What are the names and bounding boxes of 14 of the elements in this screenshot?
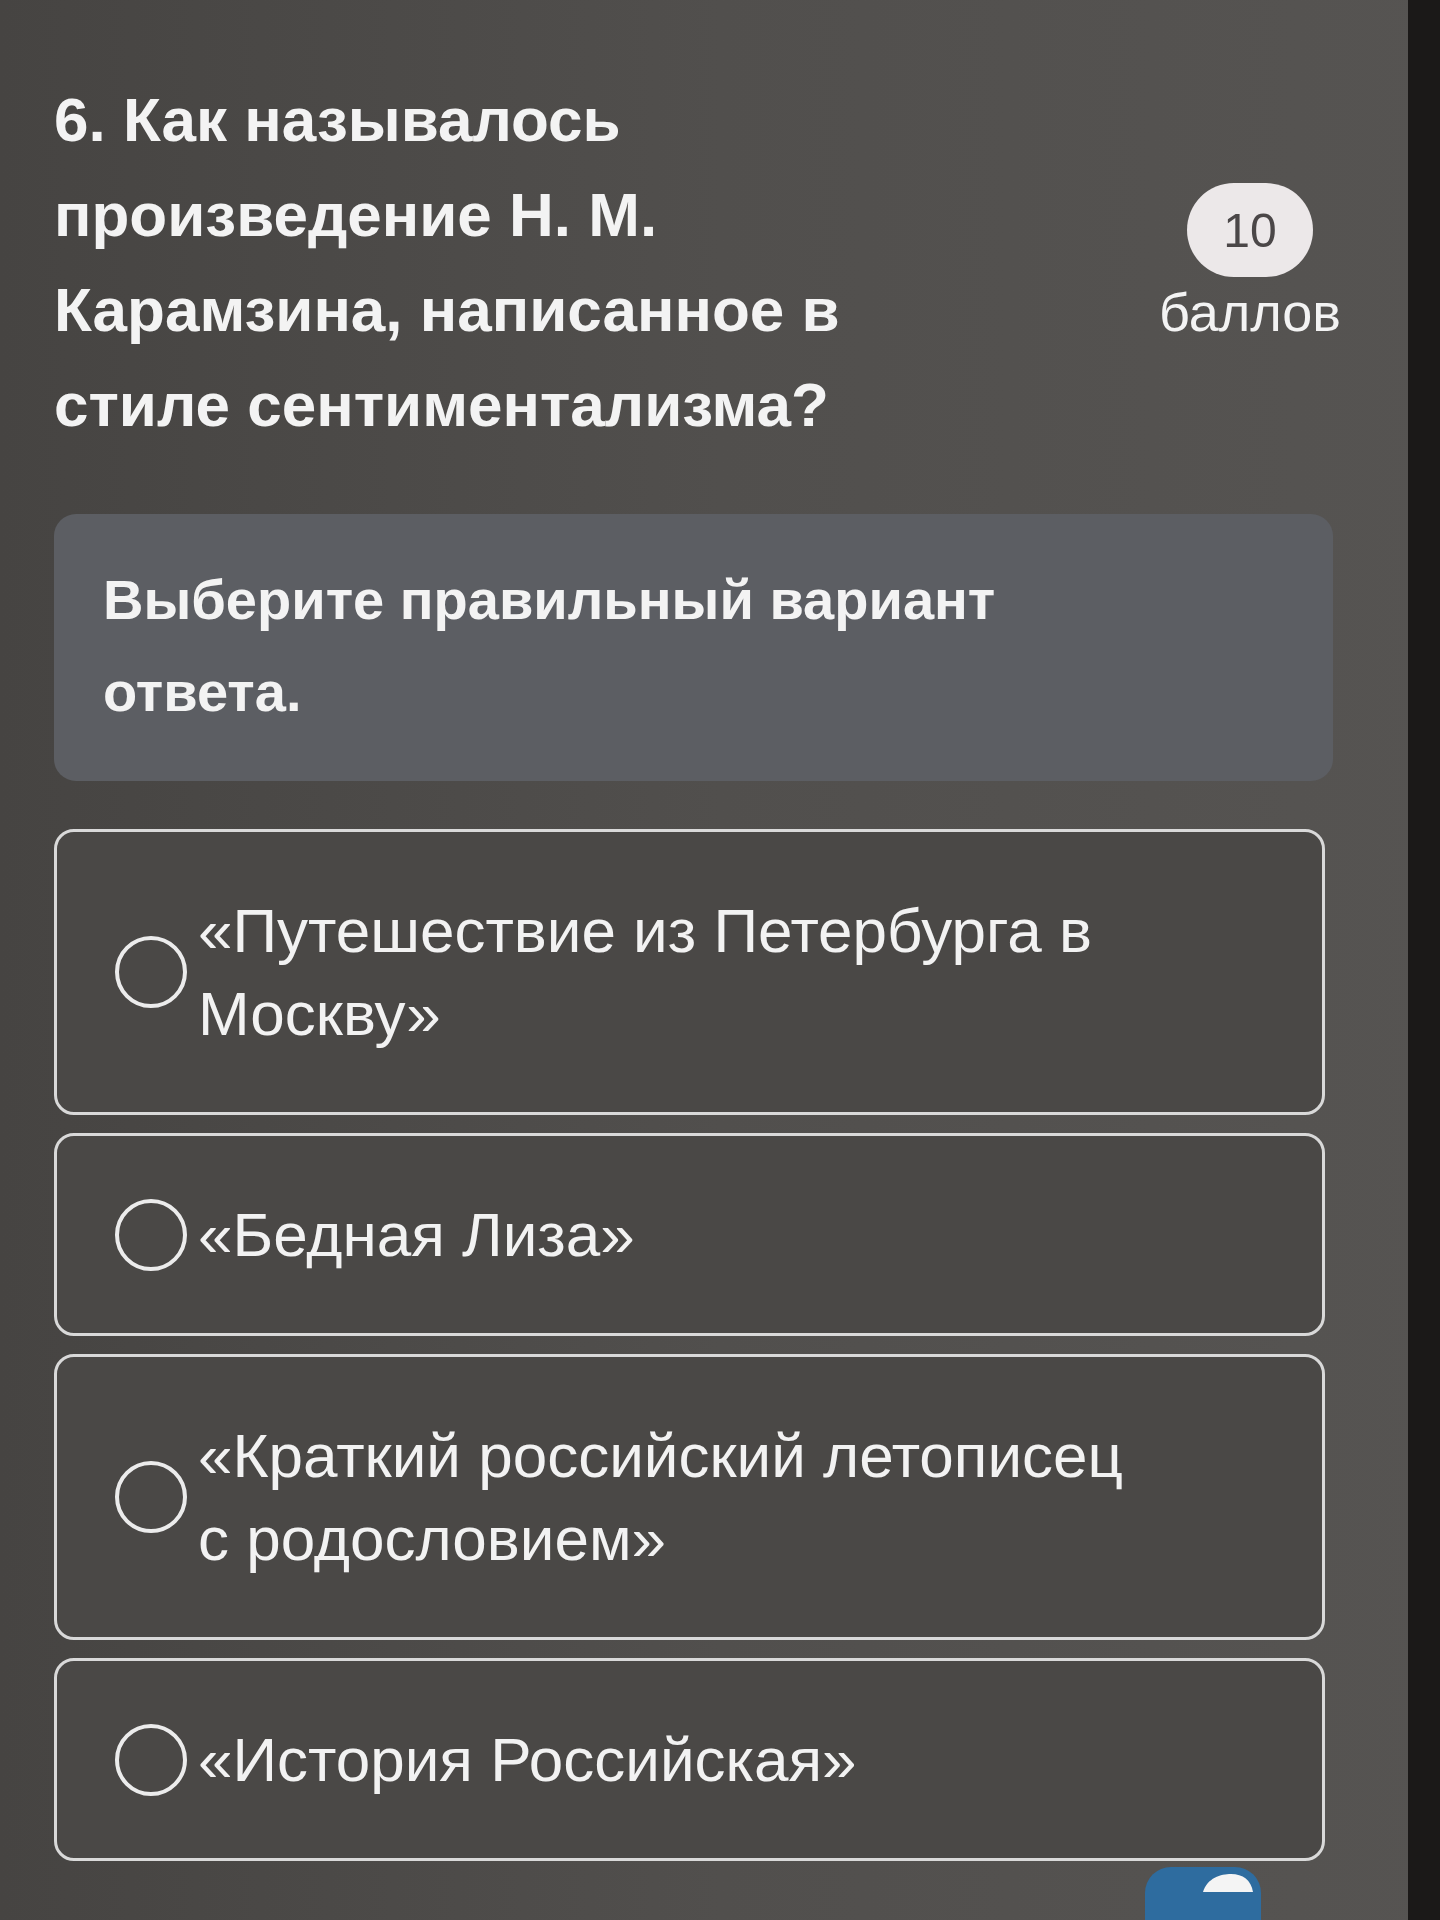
instruction-banner: Выберите правильный вариант ответа. bbox=[54, 514, 1333, 781]
points-badge: 10 bbox=[1187, 183, 1313, 277]
arc-icon bbox=[1203, 1874, 1253, 1892]
radio-button[interactable] bbox=[114, 1460, 188, 1534]
answer-option[interactable]: «Краткий российский летописец с родословием» bbox=[54, 1354, 1325, 1640]
points-label: баллов bbox=[1158, 283, 1342, 341]
answer-option[interactable]: «Бедная Лиза» bbox=[54, 1133, 1325, 1336]
radio-button[interactable] bbox=[114, 1722, 188, 1797]
answer-option[interactable]: «Путешествие из Петербурга в Москву» bbox=[54, 829, 1325, 1115]
question-title: 6. Как называлось произведение Н. М. Карамзина, написанное в стиле сентиментализма? bbox=[54, 84, 841, 441]
answer-option[interactable]: «История Российская» bbox=[54, 1658, 1325, 1861]
floating-button[interactable] bbox=[1145, 1867, 1261, 1920]
radio-button[interactable] bbox=[114, 935, 188, 1009]
radio-button[interactable] bbox=[114, 1197, 188, 1272]
